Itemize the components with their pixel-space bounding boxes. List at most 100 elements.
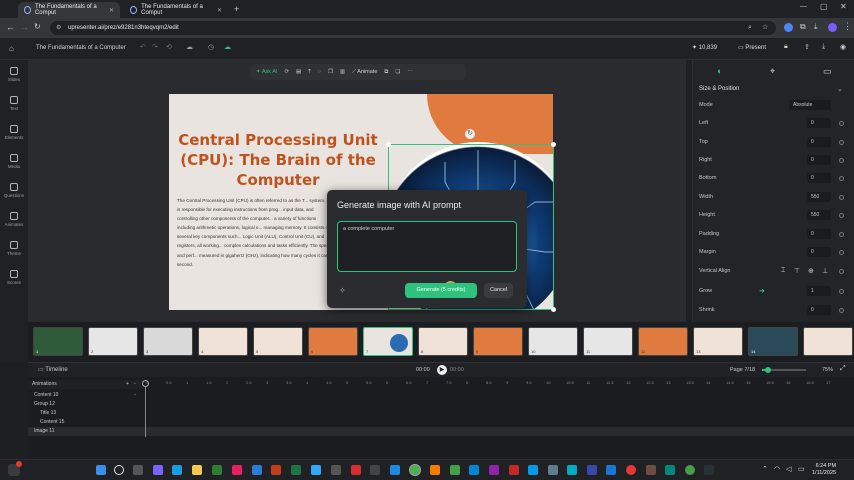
top-input[interactable]: 0 [807, 137, 831, 147]
sidebar-item-scores[interactable]: Scores [0, 263, 28, 292]
battery-icon[interactable]: ▭ [798, 465, 805, 473]
reset-icon[interactable] [839, 231, 844, 237]
close-icon[interactable]: ✕ [109, 7, 114, 14]
task-view-icon[interactable] [133, 465, 143, 475]
excel-icon[interactable] [291, 465, 301, 475]
slide-thumbnail[interactable]: 4 [198, 327, 248, 356]
photoshop-icon[interactable] [311, 465, 321, 475]
lock-icon[interactable]: ▫ [134, 391, 136, 400]
wifi-icon[interactable]: ◠ [774, 465, 780, 473]
slide-thumbnail[interactable]: 10 [528, 327, 578, 356]
grow-input[interactable]: 1 [807, 286, 831, 296]
slide-thumbnail[interactable] [803, 327, 853, 356]
app-icon[interactable] [509, 465, 519, 475]
reset-icon[interactable] [839, 120, 844, 126]
align-bottom-icon[interactable]: ⊥ [822, 267, 828, 275]
align-top-icon[interactable]: ⊤ [794, 267, 800, 275]
height-input[interactable]: 550 [807, 210, 831, 220]
app-icon[interactable] [153, 465, 163, 475]
width-input[interactable]: 550 [807, 192, 831, 202]
credits-counter[interactable]: ✦ 10,839 [692, 44, 717, 51]
powerpoint-icon[interactable] [271, 465, 281, 475]
extension-icon[interactable] [784, 23, 793, 32]
playhead[interactable] [145, 381, 146, 437]
app-icon[interactable] [587, 465, 597, 475]
clock-icon[interactable]: ◷ [208, 43, 214, 51]
padding-input[interactable]: 0 [807, 229, 831, 239]
slide-thumbnail[interactable]: 6 [308, 327, 358, 356]
copy-icon[interactable]: ❏ [395, 69, 400, 75]
minimize-icon[interactable]: — [800, 3, 807, 10]
more-icon[interactable]: ⋯ [407, 69, 413, 75]
zoom-slider[interactable] [762, 367, 806, 373]
delete-icon[interactable]: ▥ [340, 69, 345, 75]
chrome-icon[interactable] [626, 465, 636, 475]
app-icon[interactable] [606, 465, 616, 475]
slide-title[interactable]: Central Processing Unit (CPU): The Brain… [175, 130, 381, 190]
slide-thumbnail[interactable]: 11 [583, 327, 633, 356]
user-icon[interactable]: ◉ [840, 43, 846, 51]
search-icon[interactable]: ⌕ [748, 21, 752, 35]
grow-arrow-icon[interactable]: ➜ [759, 287, 765, 295]
app-icon[interactable] [430, 465, 440, 475]
profile-avatar[interactable] [828, 23, 837, 32]
weather-icon[interactable] [8, 461, 22, 476]
app-icon[interactable] [567, 465, 577, 475]
terminal-icon[interactable] [704, 465, 714, 475]
downloads-icon[interactable]: ⤓ [814, 22, 818, 32]
reset-icon[interactable] [839, 249, 844, 255]
sidebar-item-animates[interactable]: Animates [0, 205, 28, 234]
tab-active[interactable]: The Fundamentals of a Comput ✕ [18, 2, 120, 18]
align-middle-icon[interactable]: ⊕ [808, 267, 814, 275]
bottom-input[interactable]: 0 [807, 173, 831, 183]
app-icon[interactable] [331, 465, 341, 475]
cloud-icon[interactable]: ☁ [186, 43, 193, 51]
lock-icon[interactable]: 🔒︎ [784, 43, 788, 51]
reset-icon[interactable] [839, 175, 844, 181]
file-explorer-icon[interactable] [192, 465, 202, 475]
play-icon[interactable]: ▶ [437, 365, 447, 375]
clock[interactable]: 6:24 PM 1/11/2025 [812, 463, 836, 477]
left-input[interactable]: 0 [807, 118, 831, 128]
close-icon[interactable]: ✕ [217, 7, 222, 14]
home-icon[interactable]: ⌂ [9, 44, 14, 53]
reset-icon[interactable] [839, 157, 844, 163]
slide-thumbnail[interactable]: 1 [33, 327, 83, 356]
sidebar-item-media[interactable]: Media [0, 147, 28, 176]
resize-handle[interactable] [551, 142, 556, 147]
word-icon[interactable] [252, 465, 262, 475]
download-icon[interactable]: ⤓ [822, 43, 825, 51]
magic-wand-icon[interactable]: ✧ [339, 286, 346, 295]
app-icon[interactable] [351, 465, 361, 475]
sidebar-item-slides[interactable]: Slides [0, 60, 28, 89]
animate-button[interactable]: ⟋ Animate [352, 69, 377, 76]
slide-thumbnail[interactable]: 14 [748, 327, 798, 356]
ask-ai-button[interactable]: ✦ Ask AI [256, 69, 277, 75]
app-icon[interactable] [665, 465, 675, 475]
app-icon[interactable] [646, 465, 656, 475]
volume-icon[interactable]: ◁ [786, 465, 791, 473]
reload-icon[interactable]: ↻ [34, 22, 41, 31]
slide-body-text[interactable]: The Central Processing Unit (CPU) is oft… [177, 196, 333, 269]
present-button[interactable]: ▭ Present [738, 44, 766, 51]
effects-icon[interactable]: ◌ [318, 69, 321, 75]
sidebar-item-text[interactable]: Text [0, 89, 28, 118]
margin-input[interactable]: 0 [807, 247, 831, 257]
app-icon[interactable] [469, 465, 479, 475]
shrink-input[interactable]: 0 [807, 305, 831, 315]
crop-icon[interactable]: ▤ [296, 69, 301, 75]
reset-icon[interactable] [839, 307, 844, 313]
reset-icon[interactable] [839, 288, 844, 294]
expand-icon[interactable]: ⤢ [840, 365, 846, 373]
generate-button[interactable]: Generate (5 credits) [405, 283, 477, 298]
undo-icon[interactable]: ↶ [140, 43, 146, 51]
lock-icon[interactable]: ▫ [134, 380, 136, 389]
tray-chevron-icon[interactable]: ⌃ [762, 465, 768, 473]
new-tab-icon[interactable]: + [234, 4, 239, 14]
reset-icon[interactable] [839, 268, 844, 274]
upload-icon[interactable]: ⤒ [308, 69, 310, 76]
timeline-toggle[interactable]: ▭ Timeline [38, 366, 68, 373]
app-icon[interactable] [548, 465, 558, 475]
app-icon[interactable] [390, 465, 400, 475]
sidebar-item-elements[interactable]: Elements [0, 118, 28, 147]
